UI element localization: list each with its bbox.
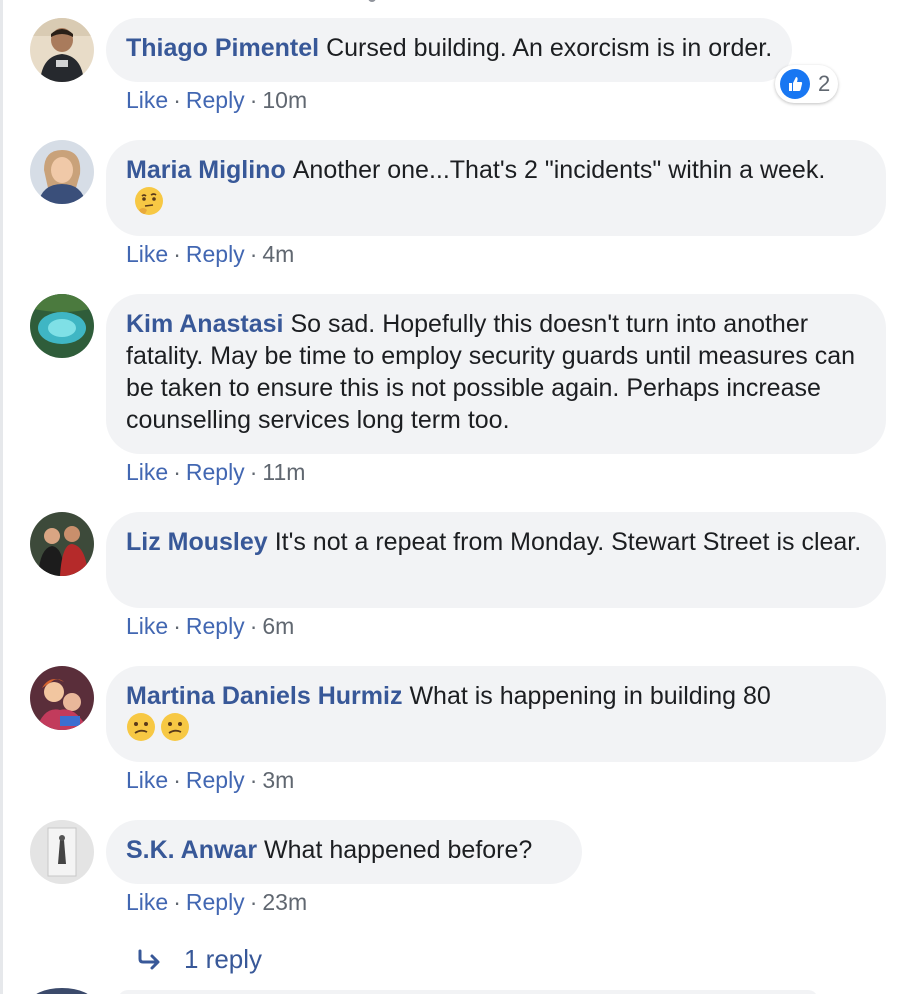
like-button[interactable]: Like [126, 459, 168, 485]
avatar-anwar[interactable] [30, 820, 94, 884]
reply-button[interactable]: Reply [186, 241, 245, 267]
avatar-thiago[interactable] [30, 18, 94, 82]
comment-text: Another one...That's 2 "incidents" withi… [292, 156, 826, 184]
like-button[interactable]: Like [126, 889, 168, 915]
reaction-count: 2 [818, 71, 831, 96]
comment-actions: Like · Reply · 23m [126, 889, 308, 915]
reply-button[interactable]: Reply [186, 889, 245, 915]
like-button[interactable]: Like [126, 613, 168, 639]
thumbs-up-icon [780, 69, 810, 99]
comment-author[interactable]: Maria Miglino [126, 156, 286, 184]
thinking-face-icon [134, 186, 164, 216]
like-button[interactable]: Like [126, 241, 168, 267]
reply-button[interactable]: Reply [186, 767, 245, 793]
reply-button[interactable]: Reply [186, 87, 245, 113]
like-button[interactable]: Like [126, 767, 168, 793]
comment-bubble: Thiago Pimentel Cursed building. An exorc… [106, 18, 793, 82]
comment-actions: Like · Reply · 3m [126, 767, 295, 793]
comment-actions: Like · Reply · 4m [126, 241, 295, 267]
comment-bubble: S.K. Anwar What happened before? [106, 820, 582, 884]
comment-timestamp[interactable]: 10m [262, 87, 307, 113]
comment-bubble: Liz Mousley It's not a repeat from Monday… [106, 512, 886, 608]
reply-arrow-icon [138, 943, 164, 981]
comment-author[interactable]: Kim Anastasi [126, 310, 283, 338]
comment-author[interactable]: Martina Daniels Hurmiz [126, 682, 402, 710]
comment-author[interactable]: S.K. Anwar [126, 836, 257, 864]
comment-actions: Like · Reply · 6m [126, 613, 295, 639]
like-button[interactable]: Like [126, 87, 168, 113]
view-replies-link[interactable]: 1 reply [138, 940, 262, 981]
comment-timestamp[interactable]: 6m [262, 613, 294, 639]
comment-actions: Like · Reply · 11m [126, 459, 306, 485]
top-separator-dot [368, 0, 376, 2]
avatar-kim[interactable] [30, 294, 94, 358]
comment-timestamp[interactable]: 23m [262, 889, 307, 915]
thread-border [0, 0, 3, 994]
comment-bubble: Kim Anastasi So sad. Hopefully this doesn… [106, 294, 886, 454]
comment-text: Cursed building. An exorcism is in order… [326, 34, 773, 62]
confused-face-icon [126, 712, 156, 742]
comments-panel: Thiago Pimentel Cursed building. An exorc… [0, 0, 914, 994]
comment-author[interactable]: Thiago Pimentel [126, 34, 319, 62]
comment-text: It's not a repeat from Monday. Stewart S… [274, 528, 862, 556]
comment-timestamp[interactable]: 4m [262, 241, 294, 267]
replies-count[interactable]: 1 reply [184, 944, 262, 974]
avatar-maria[interactable] [30, 140, 94, 204]
next-comment-peek [118, 990, 818, 994]
comment-timestamp[interactable]: 11m [262, 459, 305, 485]
reaction-summary[interactable]: 2 [775, 65, 839, 103]
avatar-liz[interactable] [30, 512, 94, 576]
comment-text: What is happening in building 80 [409, 682, 771, 710]
comment-timestamp[interactable]: 3m [262, 767, 294, 793]
next-avatar-peek [30, 988, 94, 994]
reply-button[interactable]: Reply [186, 613, 245, 639]
comment-author[interactable]: Liz Mousley [126, 528, 268, 556]
confused-face-icon [160, 712, 190, 742]
avatar-martina[interactable] [30, 666, 94, 730]
comment-bubble: Martina Daniels Hurmiz What is happening … [106, 666, 886, 762]
comment-actions: Like · Reply · 10m [126, 87, 308, 113]
comment-text: What happened before? [264, 836, 533, 864]
comment-bubble: Maria Miglino Another one...That's 2 "inc… [106, 140, 886, 236]
reply-button[interactable]: Reply [186, 459, 245, 485]
